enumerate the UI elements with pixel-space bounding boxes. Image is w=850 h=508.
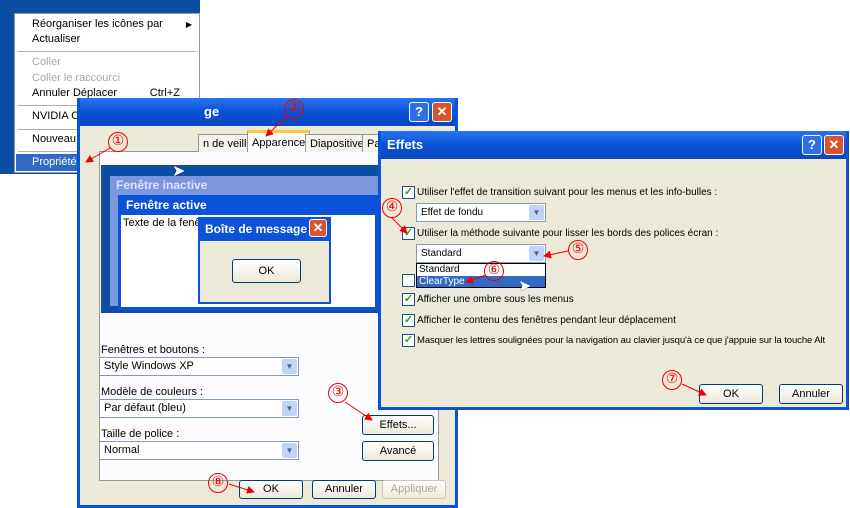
msgbox-title: Boîte de message [205,222,308,236]
large-icons-checkbox[interactable]: ✓ [402,274,415,287]
ok-button[interactable]: OK [699,384,763,404]
label: Utiliser la méthode suivante pour lisser… [417,228,719,239]
transition-checkbox[interactable]: ✓ [402,186,415,199]
dialog-title: Effets [387,137,424,152]
close-button[interactable]: ✕ [824,135,844,155]
label: Afficher une ombre sous les menus [417,294,574,305]
chevron-down-icon: ▼ [282,359,297,374]
title-bar: Effets ? ✕ [381,131,846,159]
font-size-select[interactable]: Normal ▼ [99,441,299,460]
chevron-down-icon: ▼ [282,443,297,458]
windows-buttons-select[interactable]: Style Windows XP ▼ [99,357,299,376]
advanced-button[interactable]: Avancé [362,441,434,461]
label: Fenêtres et boutons : [101,344,205,356]
option-standard[interactable]: Standard [417,264,545,276]
show-contents-checkbox[interactable]: ✓ [402,314,415,327]
divider [18,51,196,52]
title-bar: ge ? ✕ [80,98,455,126]
annotation-4: ④ [382,198,402,218]
menu-label: Réorganiser les icônes par [32,18,163,30]
annotation-6: ⑥ [484,261,504,281]
msgbox-ok-preview: OK [232,259,301,283]
inactive-title: Fenêtre inactive [116,178,208,192]
annotation-2: ② [284,99,304,119]
close-button[interactable]: ✕ [432,102,452,122]
annotation-1: ① [108,132,128,152]
label: Modèle de couleurs : [101,386,204,398]
chevron-down-icon: ▼ [529,205,544,220]
hide-underline-checkbox[interactable]: ✓ [402,334,415,347]
menu-label: Nouveau [32,133,77,145]
effects-dialog: Effets ? ✕ ✓ Utiliser l'effet de transit… [378,131,849,410]
help-button[interactable]: ? [802,135,822,155]
label: Afficher le contenu des fenêtres pendant… [417,315,676,326]
dialog-title: ge [204,104,220,119]
label: Masquer les lettres soulignées pour la n… [417,335,825,346]
label: Taille de police : [101,428,180,440]
cancel-button[interactable]: Annuler [312,480,376,499]
apply-button: Appliquer [382,480,446,499]
smoothing-select[interactable]: Standard ▼ [416,244,546,263]
menu-item-refresh[interactable]: Actualiser [16,31,198,48]
annotation-7: ⑦ [662,370,682,390]
transition-select[interactable]: Effet de fondu ▼ [416,203,546,222]
label: Utiliser l'effet de transition suivant p… [417,187,718,198]
effects-button[interactable]: Effets... [362,415,434,435]
annotation-8: ⑧ [208,473,228,493]
ok-button[interactable]: OK [239,480,303,499]
help-button[interactable]: ? [409,102,429,122]
cancel-button[interactable]: Annuler [779,384,843,404]
close-icon: ✕ [309,219,327,237]
annotation-3: ③ [328,383,348,403]
chevron-down-icon: ▼ [282,401,297,416]
tab-appearance[interactable]: Apparence [247,130,311,152]
color-scheme-select[interactable]: Par défaut (bleu) ▼ [99,399,299,418]
annotation-5: ⑤ [568,240,588,260]
menu-item-paste: Coller [32,56,61,68]
message-box-preview: Boîte de message ✕ OK [198,217,331,304]
active-title: Fenêtre active [121,195,375,215]
mouse-cursor-icon: ➤ [172,163,186,180]
tab-slideshow[interactable]: Diapositive [305,134,369,152]
smoothing-checkbox[interactable]: ✓ [402,227,415,240]
chevron-down-icon: ▼ [529,246,544,261]
mouse-cursor-icon: ➤ [518,278,532,295]
menu-shadow-checkbox[interactable]: ✓ [402,293,415,306]
